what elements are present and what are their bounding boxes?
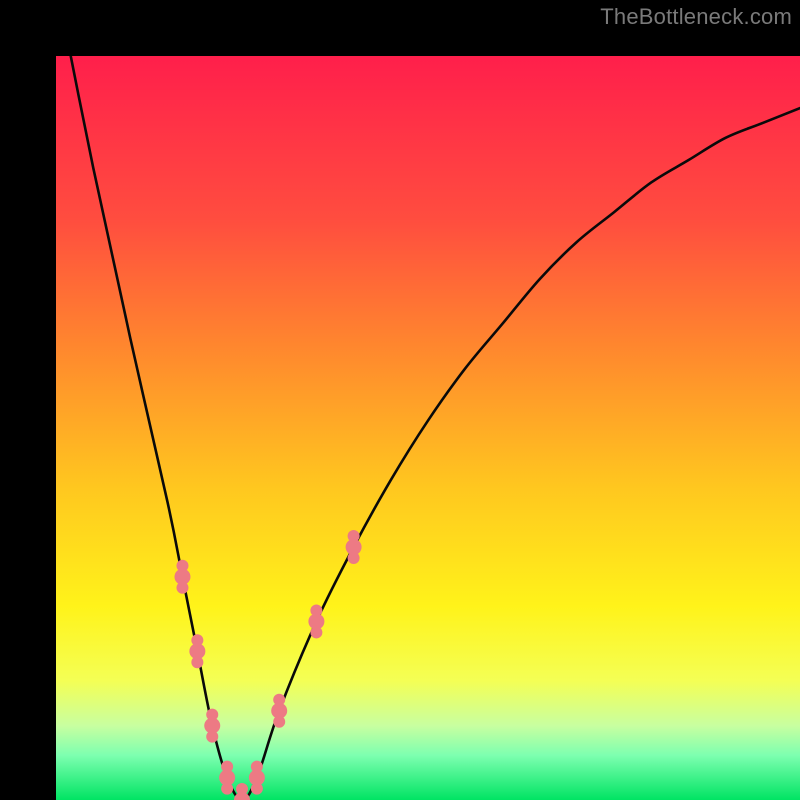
curve-marker [310, 626, 322, 638]
curve-marker [221, 783, 233, 795]
bottleneck-curve-line [56, 56, 800, 800]
curve-marker [273, 694, 285, 706]
curve-marker [206, 709, 218, 721]
curve-marker [348, 552, 360, 564]
chart-frame [0, 0, 800, 800]
curve-marker [236, 783, 248, 795]
curve-marker [251, 783, 263, 795]
curve-marker [176, 582, 188, 594]
curve-marker [310, 604, 322, 616]
curve-marker [251, 761, 263, 773]
curve-marker [348, 530, 360, 542]
chart-svg [56, 56, 800, 800]
plot-area [56, 56, 800, 800]
curve-marker [191, 656, 203, 668]
curve-marker [176, 560, 188, 572]
curve-marker [191, 634, 203, 646]
curve-marker [206, 731, 218, 743]
curve-marker [273, 716, 285, 728]
watermark-label: TheBottleneck.com [600, 4, 792, 30]
bottleneck-curve-markers [174, 530, 361, 800]
curve-marker [221, 761, 233, 773]
